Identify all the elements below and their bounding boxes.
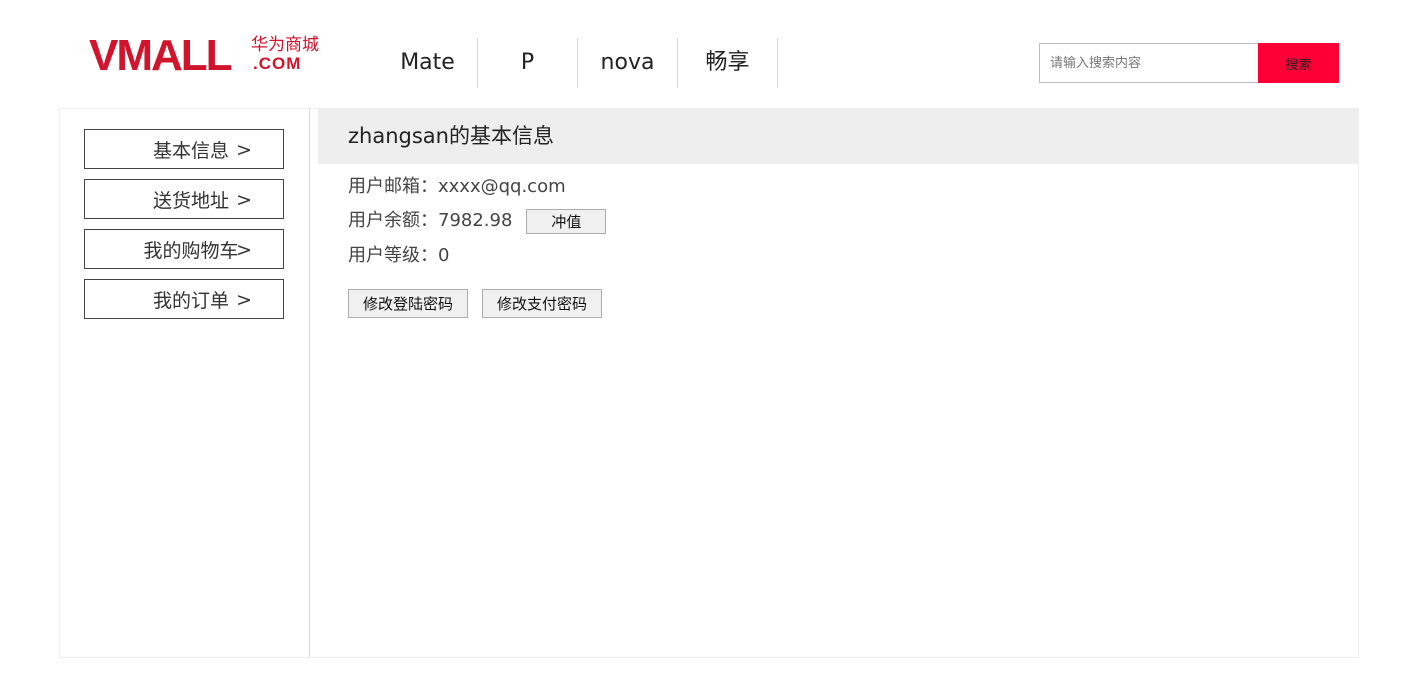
search-input[interactable] <box>1039 43 1258 83</box>
nav-item-nova[interactable]: nova <box>578 38 678 88</box>
email-label: 用户邮箱： <box>348 176 438 197</box>
nav-item-mate[interactable]: Mate <box>378 38 478 88</box>
search-bar: 搜索 <box>1039 43 1339 83</box>
main-nav: Mate P nova 畅享 <box>378 38 778 88</box>
vmall-logo[interactable]: VMALL 华为商城 .COM <box>89 32 329 80</box>
search-button[interactable]: 搜索 <box>1258 43 1339 83</box>
change-login-password-button[interactable]: 修改登陆密码 <box>348 289 468 318</box>
password-actions: 修改登陆密码 修改支付密码 <box>348 289 602 318</box>
sidebar-item-basic-info[interactable]: 基本信息 > <box>84 129 284 169</box>
content-area: zhangsan的基本信息 用户邮箱： xxxx@qq.com 用户余额： 79… <box>318 109 1358 657</box>
email-value: xxxx@qq.com <box>438 176 566 197</box>
recharge-button[interactable]: 冲值 <box>526 208 607 234</box>
balance-value: 7982.98 <box>438 210 513 231</box>
logo-domain: .COM <box>253 54 302 73</box>
nav-item-changxiang[interactable]: 畅享 <box>678 38 778 88</box>
sidebar-item-label: 基本信息 <box>152 139 229 162</box>
sidebar-item-label: 送货地址 <box>152 189 229 212</box>
sidebar-item-my-orders[interactable]: 我的订单 > <box>84 279 284 319</box>
level-label: 用户等级： <box>348 245 438 266</box>
chevron-right-icon: > <box>236 239 252 261</box>
level-row: 用户等级： 0 <box>348 243 449 269</box>
sidebar-item-label: 我的订单 <box>152 289 229 312</box>
logo-chinese-name: 华为商城 <box>251 35 319 55</box>
balance-label: 用户余额： <box>348 210 438 231</box>
balance-row: 用户余额： 7982.98 冲值 <box>348 208 607 234</box>
chevron-right-icon: > <box>236 139 252 161</box>
email-row: 用户邮箱： xxxx@qq.com <box>348 174 566 200</box>
nav-item-p[interactable]: P <box>478 38 578 88</box>
sidebar-item-label: 我的购物车 <box>143 239 239 262</box>
change-payment-password-button[interactable]: 修改支付密码 <box>482 289 602 318</box>
sidebar-item-shopping-cart[interactable]: 我的购物车 > <box>84 229 284 269</box>
chevron-right-icon: > <box>236 289 252 311</box>
sidebar-item-delivery-address[interactable]: 送货地址 > <box>84 179 284 219</box>
logo-wordmark: VMALL <box>89 31 233 80</box>
chevron-right-icon: > <box>236 189 252 211</box>
main-panel: 基本信息 > 送货地址 > 我的购物车 > 我的订单 > zhangsan的基本… <box>59 108 1359 658</box>
level-value: 0 <box>438 245 450 266</box>
sidebar: 基本信息 > 送货地址 > 我的购物车 > 我的订单 > <box>60 109 310 657</box>
page-title: zhangsan的基本信息 <box>318 109 1358 164</box>
